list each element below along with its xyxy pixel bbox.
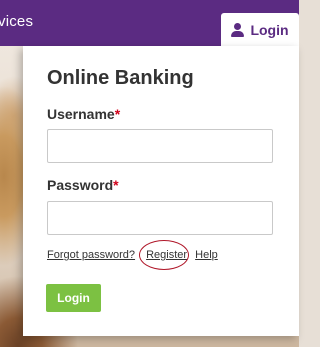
register-link[interactable]: Register	[146, 249, 187, 261]
login-tab[interactable]: Login	[221, 13, 299, 46]
online-banking-login-card: Online Banking Username* Password* Forgo…	[23, 46, 299, 336]
required-marker: *	[114, 106, 121, 122]
password-label: Password*	[47, 177, 119, 193]
top-nav-bar: vices Login	[0, 0, 299, 46]
help-link[interactable]: Help	[195, 249, 218, 261]
login-button[interactable]: Login	[46, 284, 101, 312]
username-input[interactable]	[47, 129, 273, 163]
card-title: Online Banking	[47, 67, 194, 89]
username-label: Username*	[47, 106, 121, 122]
user-icon	[231, 22, 245, 37]
login-tab-label: Login	[250, 21, 289, 38]
required-marker: *	[113, 177, 119, 193]
forgot-password-link[interactable]: Forgot password?	[47, 249, 135, 261]
password-input[interactable]	[47, 201, 273, 235]
help-links: Forgot password? Register Help	[47, 249, 218, 261]
nav-text-services[interactable]: vices	[0, 13, 33, 30]
